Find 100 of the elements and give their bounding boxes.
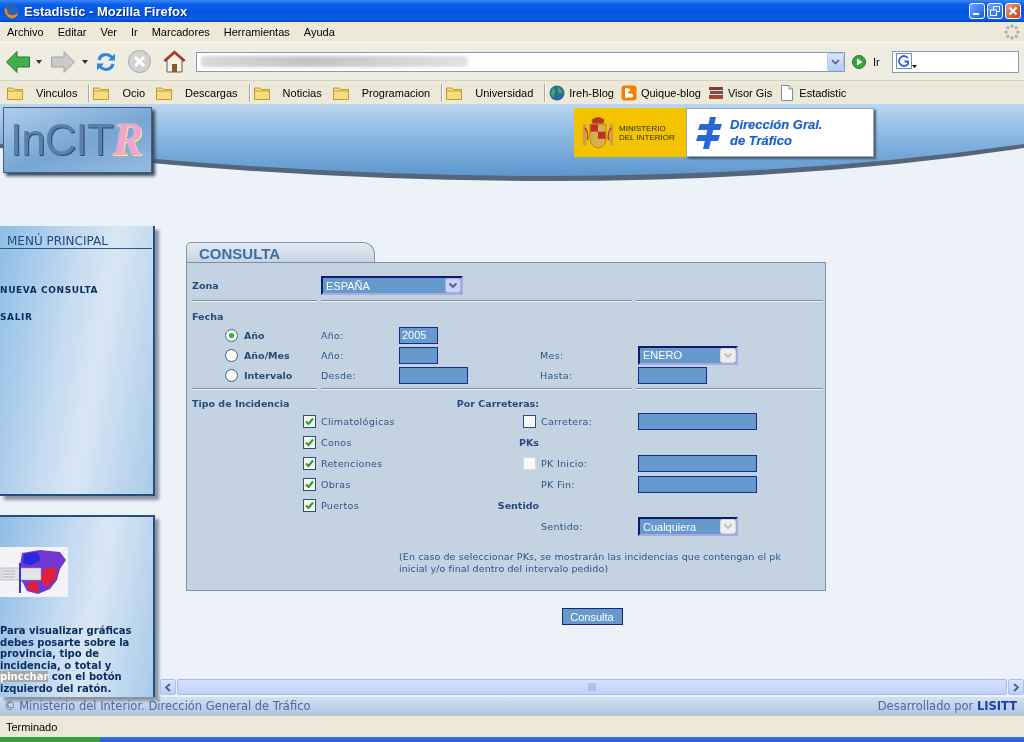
- go-button[interactable]: Ir: [852, 54, 880, 69]
- checkbox[interactable]: [523, 415, 536, 428]
- books-icon: [707, 84, 724, 101]
- menu-item[interactable]: Ver: [93, 26, 124, 38]
- field-label: Año:: [321, 329, 344, 341]
- checkbox-label: Conos: [321, 437, 352, 448]
- history-dropdown-button[interactable]: [36, 59, 42, 64]
- help-note: (En caso de seleccionar PKs, se mostrarán las incidencias que contengan el pk inicial y/o final dentro del intervalo pedido): [399, 551, 783, 575]
- field-label: PK Fin:: [541, 479, 575, 490]
- checkbox-label: Puertos: [321, 500, 359, 511]
- checkbox[interactable]: [303, 499, 316, 512]
- home-icon: [162, 49, 187, 74]
- bookmark-folder[interactable]: Ocio: [93, 84, 145, 101]
- menu-item[interactable]: Editar: [50, 26, 94, 38]
- field-label: Zona: [192, 280, 219, 291]
- menu-item[interactable]: Herramientas: [216, 26, 297, 38]
- checkbox-label: Climatológicas: [321, 416, 395, 427]
- section-label: Fecha: [192, 311, 224, 322]
- address-field[interactable]: [196, 51, 845, 72]
- checkbox[interactable]: [303, 478, 316, 491]
- caret-icon: [82, 59, 88, 64]
- search-engine-icon: [895, 53, 918, 70]
- menu-link[interactable]: NUEVA CONSULTA: [0, 284, 99, 296]
- section-label: Tipo de Incidencia: [192, 398, 290, 409]
- address-dropdown-button[interactable]: [827, 52, 844, 71]
- bookmark-link[interactable]: Visor Gis: [707, 84, 773, 101]
- radio-label: Intervalo: [244, 369, 293, 381]
- bookmark-folder[interactable]: Universidad: [446, 84, 534, 101]
- bookmark-link[interactable]: Ireh-Blog: [549, 84, 614, 101]
- play-icon: [852, 54, 866, 69]
- chevron-left-icon: [164, 682, 172, 692]
- restore-icon: [990, 6, 1000, 16]
- folder-icon: [446, 84, 463, 101]
- year-field[interactable]: [399, 346, 438, 364]
- radio-button[interactable]: [225, 328, 238, 342]
- scroll-right-button[interactable]: [1008, 679, 1024, 695]
- text-field[interactable]: [638, 476, 757, 493]
- field-label: Año:: [321, 349, 344, 361]
- field-label: Carretera:: [541, 416, 593, 427]
- home-button[interactable]: [162, 49, 187, 74]
- agency-emblem-icon: [695, 114, 723, 151]
- radio-label: Año/Mes: [244, 349, 290, 361]
- chevron-down-icon: [831, 58, 840, 65]
- consulta-tab[interactable]: CONSULTA: [186, 242, 375, 262]
- section-label: PKs: [519, 437, 539, 448]
- folder-icon: [253, 84, 270, 101]
- bookmark-folder[interactable]: Programacion: [332, 84, 431, 101]
- search-field[interactable]: [891, 50, 1019, 73]
- logo-letter: R: [112, 117, 144, 163]
- radio-button[interactable]: [225, 368, 238, 382]
- stop-icon: [127, 49, 152, 74]
- folder-icon: [332, 84, 349, 101]
- menu-item[interactable]: Archivo: [0, 26, 51, 38]
- menu-item[interactable]: Marcadores: [144, 26, 217, 38]
- menu-item[interactable]: Ir: [123, 26, 145, 38]
- date-field[interactable]: [399, 366, 468, 384]
- bookmark-link[interactable]: Quique-blog: [620, 84, 701, 101]
- chevron-right-icon: [1012, 682, 1020, 692]
- bookmark-folder[interactable]: Descargas: [156, 84, 238, 101]
- text-field[interactable]: [638, 413, 757, 430]
- checkbox[interactable]: [303, 457, 316, 470]
- restore-button[interactable]: [987, 3, 1003, 19]
- folder-icon: [7, 84, 23, 101]
- field-label: Hasta:: [540, 369, 573, 381]
- text-field[interactable]: [638, 455, 757, 472]
- browser-logo-icon: [3, 3, 19, 19]
- section-label: Por Carreteras:: [456, 398, 539, 409]
- status-text: Terminado: [6, 720, 58, 733]
- folder-icon: [93, 84, 110, 101]
- radio-label: Año: [244, 329, 265, 341]
- map-thumbnail-drawing: [0, 547, 68, 597]
- window-title: Estadistic - Mozilla Firefox: [24, 3, 189, 19]
- left-arrow-icon: [5, 48, 31, 75]
- folder-icon: [156, 84, 172, 101]
- bookmark-folder[interactable]: Vinculos: [7, 84, 78, 101]
- back-button[interactable]: [5, 48, 31, 75]
- right-arrow-icon: [50, 48, 76, 75]
- agency-name: Dirección Gral. de Tráfico: [730, 116, 823, 149]
- checkbox[interactable]: [303, 436, 316, 449]
- ministry-name: MINISTERIO DEL INTERIOR: [619, 123, 675, 142]
- logo-text: InCIT: [10, 118, 113, 162]
- scroll-left-button[interactable]: [160, 679, 176, 695]
- close-button[interactable]: [1005, 3, 1021, 19]
- blog-icon: [620, 84, 637, 101]
- menu-item[interactable]: Ayuda: [296, 26, 342, 38]
- field-label: PK Inicio:: [541, 458, 588, 469]
- bookmark-folder[interactable]: Noticias: [253, 84, 322, 101]
- checkbox-label: Obras: [321, 479, 351, 490]
- checkbox[interactable]: [303, 415, 316, 428]
- date-field[interactable]: [638, 366, 707, 384]
- coat-of-arms-icon: [582, 114, 614, 151]
- radio-button[interactable]: [225, 348, 238, 362]
- history-dropdown-button[interactable]: [82, 59, 88, 64]
- field-label: Sentido:: [541, 521, 583, 532]
- bookmark-link[interactable]: Estadistic: [779, 84, 847, 101]
- menu-link[interactable]: SALIR: [0, 311, 33, 323]
- minimize-button[interactable]: [969, 3, 985, 19]
- start-button[interactable]: [0, 737, 100, 742]
- grip-icon: [588, 683, 596, 691]
- field-label: Desde:: [321, 369, 356, 381]
